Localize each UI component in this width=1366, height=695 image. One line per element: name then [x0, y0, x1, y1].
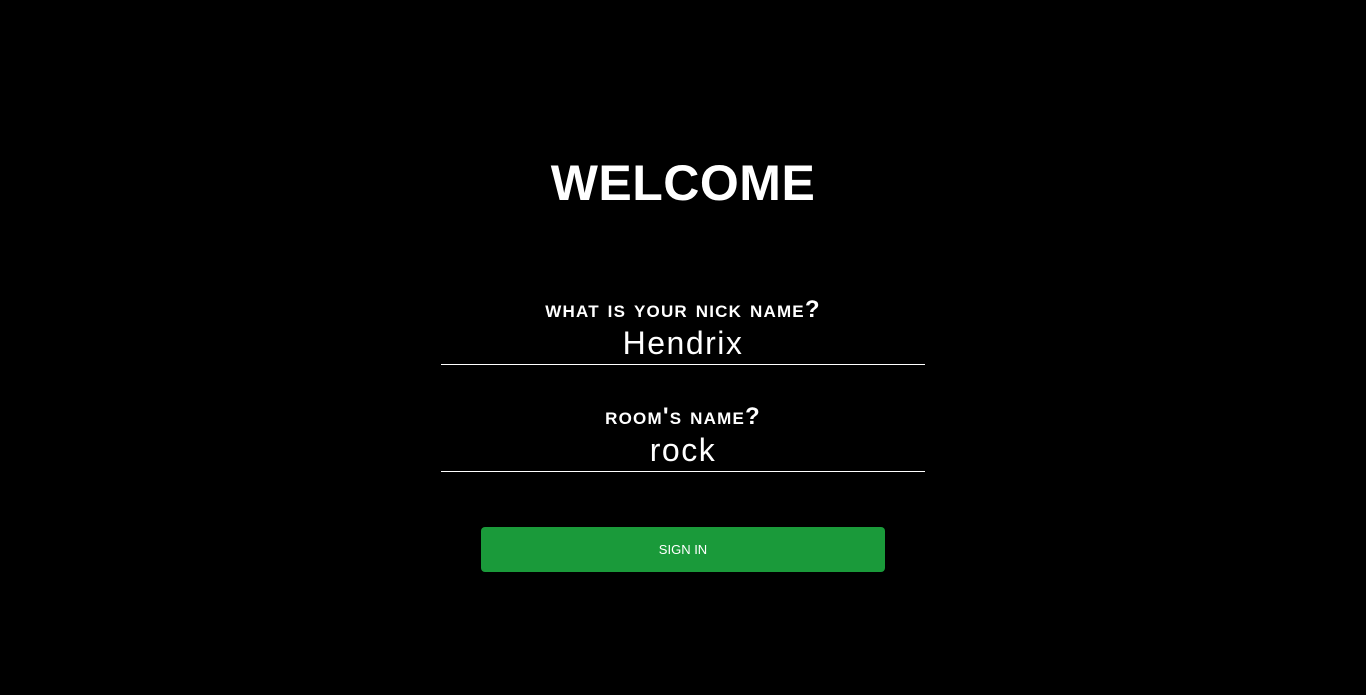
- room-name-input[interactable]: [441, 432, 925, 472]
- sign-in-button[interactable]: SIGN IN: [481, 527, 885, 572]
- nick-name-field: What is your nick name?: [441, 295, 925, 365]
- page-title: WELCOME: [550, 155, 816, 211]
- room-name-label: Room's name?: [605, 403, 761, 430]
- nick-name-input[interactable]: [441, 325, 925, 365]
- room-name-field: Room's name?: [441, 402, 925, 472]
- nick-name-label: What is your nick name?: [545, 296, 821, 323]
- login-page: WELCOME What is your nick name? Room's n…: [0, 0, 1366, 695]
